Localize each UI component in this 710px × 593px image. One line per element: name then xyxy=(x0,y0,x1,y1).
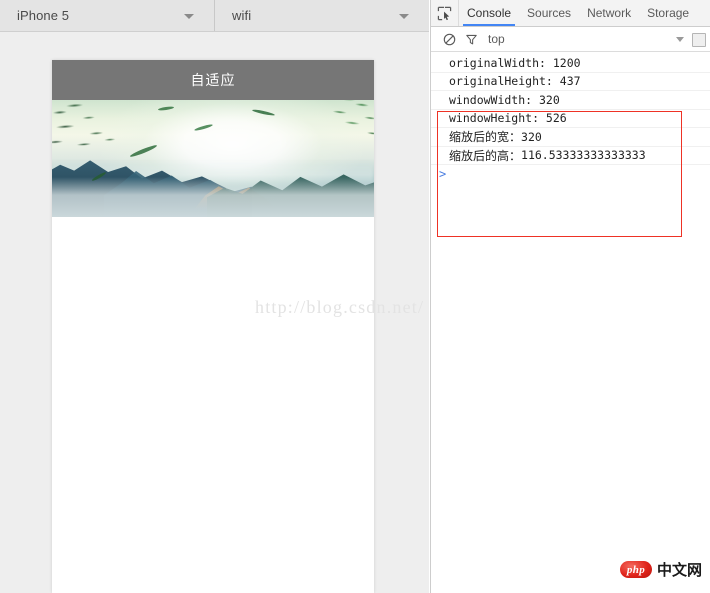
device-selector-label: iPhone 5 xyxy=(0,8,69,23)
tab-console-label: Console xyxy=(467,6,511,20)
inspect-element-icon[interactable] xyxy=(431,0,459,26)
console-log-label: 缩放后的高： xyxy=(449,147,521,164)
console-log-row: originalWidth: 1200 xyxy=(431,54,710,73)
console-log-row: 缩放后的高： 116.53333333333333 xyxy=(431,147,710,166)
banner-image xyxy=(52,100,374,217)
devtools-tabbar: Console Sources Network Storage xyxy=(431,0,710,27)
site-logo-name: 中文网 xyxy=(657,559,702,580)
chevron-down-icon[interactable] xyxy=(676,37,684,42)
clear-console-icon[interactable] xyxy=(438,28,460,50)
page-content-body xyxy=(52,217,374,593)
console-log-value: 320 xyxy=(521,130,542,144)
prompt-chevron-icon: > xyxy=(439,167,446,181)
network-throttling-selector[interactable]: wifi xyxy=(215,0,429,31)
network-throttling-label: wifi xyxy=(215,8,251,23)
console-filter-bar: top xyxy=(431,27,710,52)
site-logo: php 中文网 xyxy=(620,559,702,580)
device-emulation-pane: iPhone 5 wifi 自适应 xyxy=(0,0,429,593)
banner-bamboo-left xyxy=(52,100,157,172)
tab-network[interactable]: Network xyxy=(579,0,639,26)
device-selector[interactable]: iPhone 5 xyxy=(0,0,215,31)
console-log-row: windowHeight: 526 xyxy=(431,110,710,129)
console-context-selector[interactable]: top xyxy=(488,32,505,46)
tab-sources[interactable]: Sources xyxy=(519,0,579,26)
php-badge: php xyxy=(620,561,652,578)
chevron-down-icon xyxy=(184,14,194,19)
tab-network-label: Network xyxy=(587,6,631,20)
banner-bamboo-right xyxy=(281,100,374,163)
tab-storage-label: Storage xyxy=(647,6,689,20)
page-header-bar: 自适应 xyxy=(52,60,374,100)
blog-watermark: http://blog.csdn.net/ xyxy=(255,297,424,318)
banner-mist-lower xyxy=(52,177,374,217)
devtools-window: iPhone 5 wifi 自适应 xyxy=(0,0,710,593)
page-title: 自适应 xyxy=(191,70,236,90)
console-log-label: 缩放后的宽： xyxy=(449,128,521,145)
console-log-value: 116.53333333333333 xyxy=(521,148,646,162)
console-log-area[interactable]: originalWidth: 1200 originalHeight: 437 … xyxy=(431,52,710,183)
devtools-panel: Console Sources Network Storage xyxy=(430,0,710,593)
banner-leaf xyxy=(194,123,213,131)
filter-funnel-icon[interactable] xyxy=(460,28,482,50)
tab-sources-label: Sources xyxy=(527,6,571,20)
console-log-row: 缩放后的宽： 320 xyxy=(431,128,710,147)
console-log-row: windowWidth: 320 xyxy=(431,91,710,110)
console-input-prompt[interactable]: > xyxy=(431,165,710,183)
console-log-row: originalHeight: 437 xyxy=(431,73,710,92)
chevron-down-icon xyxy=(399,14,409,19)
tab-console[interactable]: Console xyxy=(459,0,519,26)
banner-leaf xyxy=(252,108,275,116)
checkbox-unchecked-icon[interactable] xyxy=(692,33,706,47)
banner-leaf xyxy=(158,106,174,111)
device-toolbar: iPhone 5 wifi xyxy=(0,0,429,32)
tab-storage[interactable]: Storage xyxy=(639,0,697,26)
emulated-page-viewport[interactable]: 自适应 xyxy=(52,60,374,593)
